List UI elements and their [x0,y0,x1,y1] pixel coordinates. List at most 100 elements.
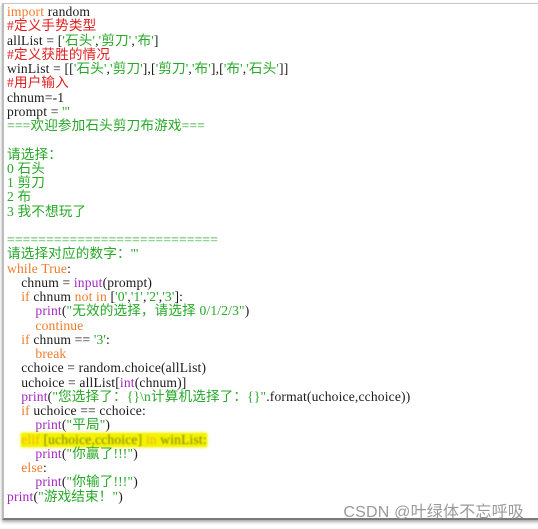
code-line: if chnum == '3': [7,331,410,347]
code-line: 3 我不想玩了 [7,203,410,219]
code-token: "游戏结束！" [38,488,119,504]
code-token: .format(uchoice,cchoice)) [266,388,411,404]
code-token: input [73,274,103,290]
code-token: 0 石头 [7,160,45,176]
code-token: int [119,374,135,390]
code-token: chnum [29,289,75,304]
code-line-highlighted: elif [uchoice,cchoice] in winList: [7,431,410,447]
code-token: in [145,431,157,447]
code-line: chnum=-1 [7,89,410,105]
code-token: "您选择了：{}\n计算机选择了：{}" [52,388,267,404]
code-line: ===欢迎参加石头剪刀布游戏=== [7,118,410,133]
code-token: 请选择： [7,146,62,162]
code-token: break [35,346,67,361]
code-line: break [7,346,410,361]
code-line: 请选择： [7,146,410,162]
code-token: ===欢迎参加石头剪刀布游戏=== [7,118,206,133]
code-token: if [21,289,30,304]
code-line: if chnum not in ['0','1','2','3']: [7,289,410,304]
code-token: random [44,4,91,19]
code-line: 1 剪刀 [7,175,410,190]
code-token: print [21,388,48,404]
code-line: print("平局") [7,418,410,432]
code-token: #定义获胜的情况 [7,46,111,62]
code-token: [ [106,289,116,304]
code-token: 2 布 [7,189,32,205]
code-token: '2' [146,289,159,304]
code-token: if [21,403,30,418]
code-token: import [7,4,45,19]
code-token: "无效的选择，请选择 0/1/2/3" [66,303,245,319]
code-token: uchoice == cchoice: [29,403,146,418]
code-token: ],[ [210,61,224,76]
code-token: '3' [93,331,106,347]
code-token: #定义手势类型 [7,18,97,34]
code-token: ]] [279,61,289,76]
code-token: allList = [ [7,32,63,48]
code-token: (prompt) [102,274,153,290]
code-line: continue [7,318,410,333]
code-line: while True: [7,260,410,276]
code-block: import random #定义手势类型 allList = ['石头','剪刀'… [7,4,411,504]
code-token: print [35,474,62,490]
code-token: '3' [162,289,175,304]
code-token: '0' [115,289,128,304]
code-token: print [35,445,62,461]
code-token: ] [153,32,159,48]
code-token: uchoice = allList[ [7,374,120,390]
code-token: cchoice = random.choice(allList) [7,360,207,376]
code-token: : [106,331,110,347]
code-token: True [41,260,68,276]
code-token: '布' [191,61,211,76]
code-token: ) [133,445,138,461]
code-token: not in [74,289,107,304]
code-token: '布' [134,32,154,48]
code-token: '石头' [62,32,96,48]
code-line: uchoice = allList[int(chnum)] [7,374,410,390]
highlight-marker: elif [uchoice,cchoice] in winList: [21,431,207,447]
code-line: print("你输了!!!") [7,475,410,489]
code-line: 2 布 [7,190,410,204]
code-line: 请选择对应的数字：''' [7,247,410,261]
code-token: winList: [156,431,207,447]
code-token: ) [118,488,123,504]
code-token: : [42,460,47,475]
code-token: "你输了!!!" [66,474,134,490]
code-token: 请选择对应的数字：''' [7,246,139,262]
code-token: ],[ [142,61,156,76]
code-token: elif [21,431,40,447]
code-token: print [35,303,62,319]
code-line: if uchoice == cchoice: [7,403,410,418]
code-line: print("无效的选择，请选择 0/1/2/3") [7,304,410,318]
code-token: ) [244,303,250,319]
code-line: print("你赢了!!!") [7,445,410,461]
code-token: '布' [223,61,243,76]
code-token: if [21,331,30,347]
code-token: winList = [[ [7,61,74,76]
code-token: ]: [174,289,184,304]
code-token: 3 我不想玩了 [7,203,87,219]
code-token: '石头' [73,61,107,76]
code-line: #用户输入 [7,76,410,90]
code-token: chnum = [7,274,74,290]
code-token: [uchoice,cchoice] [43,431,143,447]
code-token: #用户输入 [7,75,69,91]
code-token: '剪刀' [155,61,189,76]
code-token: '剪刀' [98,32,132,48]
csdn-watermark: CSDN @叶绿体不忘呼吸 [343,504,524,521]
code-token: while [7,260,38,276]
code-token: "你赢了!!!" [66,445,134,461]
code-token: '剪刀' [110,61,143,76]
code-token: print [35,417,62,433]
code-line: print("您选择了：{}\n计算机选择了：{}".format(uchoic… [7,388,411,404]
code-token: chnum=-1 [7,89,65,105]
